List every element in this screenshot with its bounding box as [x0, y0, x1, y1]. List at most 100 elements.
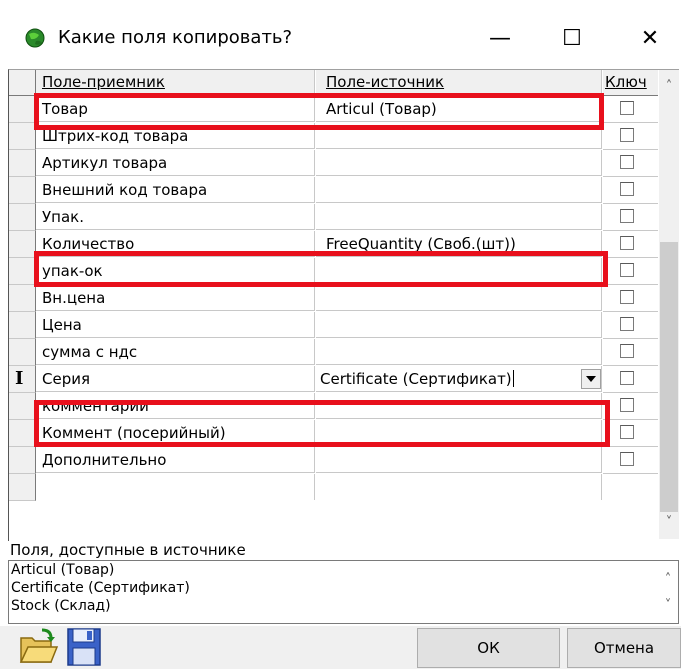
- source-field-cell[interactable]: [316, 393, 602, 419]
- row-indicator[interactable]: [8, 393, 36, 420]
- table-row[interactable]: Дополнительно: [8, 447, 658, 474]
- target-field-cell[interactable]: Штрих-код товара: [36, 123, 315, 149]
- key-checkbox[interactable]: [620, 398, 634, 412]
- scroll-up-icon[interactable]: ˄: [659, 76, 679, 96]
- table-row[interactable]: Артикул товара: [8, 150, 658, 177]
- list-scrollbar[interactable]: ˄ ˅: [658, 561, 678, 623]
- source-field-cell[interactable]: FreeQuantity (Своб.(шт)): [316, 231, 602, 257]
- table-row[interactable]: комментарии: [8, 393, 658, 420]
- source-field-cell[interactable]: [316, 123, 602, 149]
- source-field-cell[interactable]: [316, 204, 602, 230]
- row-indicator[interactable]: [8, 285, 36, 312]
- source-field-cell[interactable]: [316, 420, 602, 446]
- table-row[interactable]: Коммент (посерийный): [8, 420, 658, 447]
- available-fields-label: Поля, доступные в источнике: [10, 541, 246, 559]
- list-item[interactable]: Articul (Товар): [9, 561, 678, 579]
- table-row[interactable]: Цена: [8, 312, 658, 339]
- table-row[interactable]: сумма с ндс: [8, 339, 658, 366]
- row-indicator[interactable]: [8, 96, 36, 123]
- key-checkbox[interactable]: [620, 182, 634, 196]
- target-field-cell[interactable]: Вн.цена: [36, 285, 315, 311]
- key-checkbox[interactable]: [620, 128, 634, 142]
- table-row[interactable]: Упак.: [8, 204, 658, 231]
- key-checkbox[interactable]: [620, 236, 634, 250]
- row-indicator[interactable]: [8, 339, 36, 366]
- source-field-combo[interactable]: Certificate (Сертификат): [316, 366, 602, 392]
- field-mapping-grid[interactable]: Поле-приемник Поле-источник Ключ Товар A…: [8, 69, 658, 539]
- key-checkbox[interactable]: [620, 155, 634, 169]
- minimize-button[interactable]: —: [478, 20, 522, 56]
- row-indicator[interactable]: [8, 123, 36, 150]
- row-indicator[interactable]: [8, 150, 36, 177]
- grid-vertical-scrollbar[interactable]: ˄ ˅: [659, 70, 679, 539]
- cancel-button[interactable]: Отмена: [567, 628, 681, 668]
- close-button[interactable]: ✕: [628, 20, 672, 56]
- scroll-down-icon[interactable]: ˅: [658, 595, 678, 615]
- source-field-cell[interactable]: [316, 474, 602, 500]
- target-field-cell[interactable]: Упак.: [36, 204, 315, 230]
- table-row[interactable]: Внешний код товара: [8, 177, 658, 204]
- row-indicator[interactable]: [8, 231, 36, 258]
- table-row[interactable]: упак-ок: [8, 258, 658, 285]
- target-field-cell[interactable]: сумма с ндс: [36, 339, 315, 365]
- key-checkbox[interactable]: [620, 425, 634, 439]
- column-header-source[interactable]: Поле-источник: [316, 69, 602, 95]
- scroll-thumb[interactable]: [660, 242, 678, 512]
- source-field-cell[interactable]: Articul (Товар): [316, 96, 602, 122]
- key-checkbox[interactable]: [620, 101, 634, 115]
- source-field-cell[interactable]: [316, 177, 602, 203]
- row-indicator[interactable]: [8, 474, 36, 501]
- source-field-cell[interactable]: [316, 285, 602, 311]
- source-field-cell[interactable]: [316, 447, 602, 473]
- table-row[interactable]: Товар Articul (Товар): [8, 96, 658, 123]
- row-indicator[interactable]: [8, 177, 36, 204]
- key-checkbox[interactable]: [620, 371, 634, 385]
- app-globe-icon: [25, 28, 45, 48]
- key-checkbox[interactable]: [620, 209, 634, 223]
- source-field-cell[interactable]: [316, 258, 602, 284]
- target-field-cell[interactable]: Серия: [36, 366, 315, 392]
- table-row[interactable]: Вн.цена: [8, 285, 658, 312]
- table-row[interactable]: [8, 474, 658, 501]
- row-indicator[interactable]: [8, 420, 36, 447]
- source-field-cell[interactable]: [316, 339, 602, 365]
- table-row[interactable]: Количество FreeQuantity (Своб.(шт)): [8, 231, 658, 258]
- target-field-cell[interactable]: [36, 474, 315, 500]
- column-header-target[interactable]: Поле-приемник: [36, 69, 315, 95]
- key-checkbox[interactable]: [620, 263, 634, 277]
- target-field-cell[interactable]: Цена: [36, 312, 315, 338]
- target-field-cell[interactable]: Артикул товара: [36, 150, 315, 176]
- list-item[interactable]: Stock (Склад): [9, 597, 678, 615]
- source-field-cell[interactable]: [316, 312, 602, 338]
- row-indicator[interactable]: [8, 204, 36, 231]
- maximize-button[interactable]: ☐: [550, 20, 594, 56]
- table-row-selected[interactable]: I Серия Certificate (Сертификат): [8, 366, 658, 393]
- target-field-cell[interactable]: Товар: [36, 96, 315, 122]
- target-field-cell[interactable]: Коммент (посерийный): [36, 420, 315, 446]
- key-checkbox[interactable]: [620, 290, 634, 304]
- save-button[interactable]: [62, 626, 104, 668]
- key-checkbox[interactable]: [620, 344, 634, 358]
- source-field-cell[interactable]: [316, 150, 602, 176]
- row-indicator[interactable]: [8, 312, 36, 339]
- ok-button[interactable]: ОК: [417, 628, 560, 668]
- row-indicator[interactable]: [8, 447, 36, 474]
- table-row[interactable]: Штрих-код товара: [8, 123, 658, 150]
- target-field-cell[interactable]: комментарии: [36, 393, 315, 419]
- target-field-cell[interactable]: Количество: [36, 231, 315, 257]
- target-field-cell[interactable]: Внешний код товара: [36, 177, 315, 203]
- row-indicator[interactable]: I: [8, 366, 36, 393]
- scroll-up-icon[interactable]: ˄: [658, 569, 678, 589]
- key-checkbox[interactable]: [620, 452, 634, 466]
- available-fields-list[interactable]: Articul (Товар) Certificate (Сертификат)…: [8, 560, 679, 624]
- dropdown-arrow-icon: [586, 376, 596, 382]
- open-button[interactable]: [18, 626, 60, 668]
- key-checkbox[interactable]: [620, 317, 634, 331]
- dropdown-button[interactable]: [581, 369, 601, 389]
- list-item[interactable]: Certificate (Сертификат): [9, 579, 678, 597]
- target-field-cell[interactable]: Дополнительно: [36, 447, 315, 473]
- column-header-key[interactable]: Ключ: [603, 69, 658, 96]
- target-field-cell[interactable]: упак-ок: [36, 258, 315, 284]
- scroll-down-icon[interactable]: ˅: [659, 512, 679, 532]
- row-indicator[interactable]: [8, 258, 36, 285]
